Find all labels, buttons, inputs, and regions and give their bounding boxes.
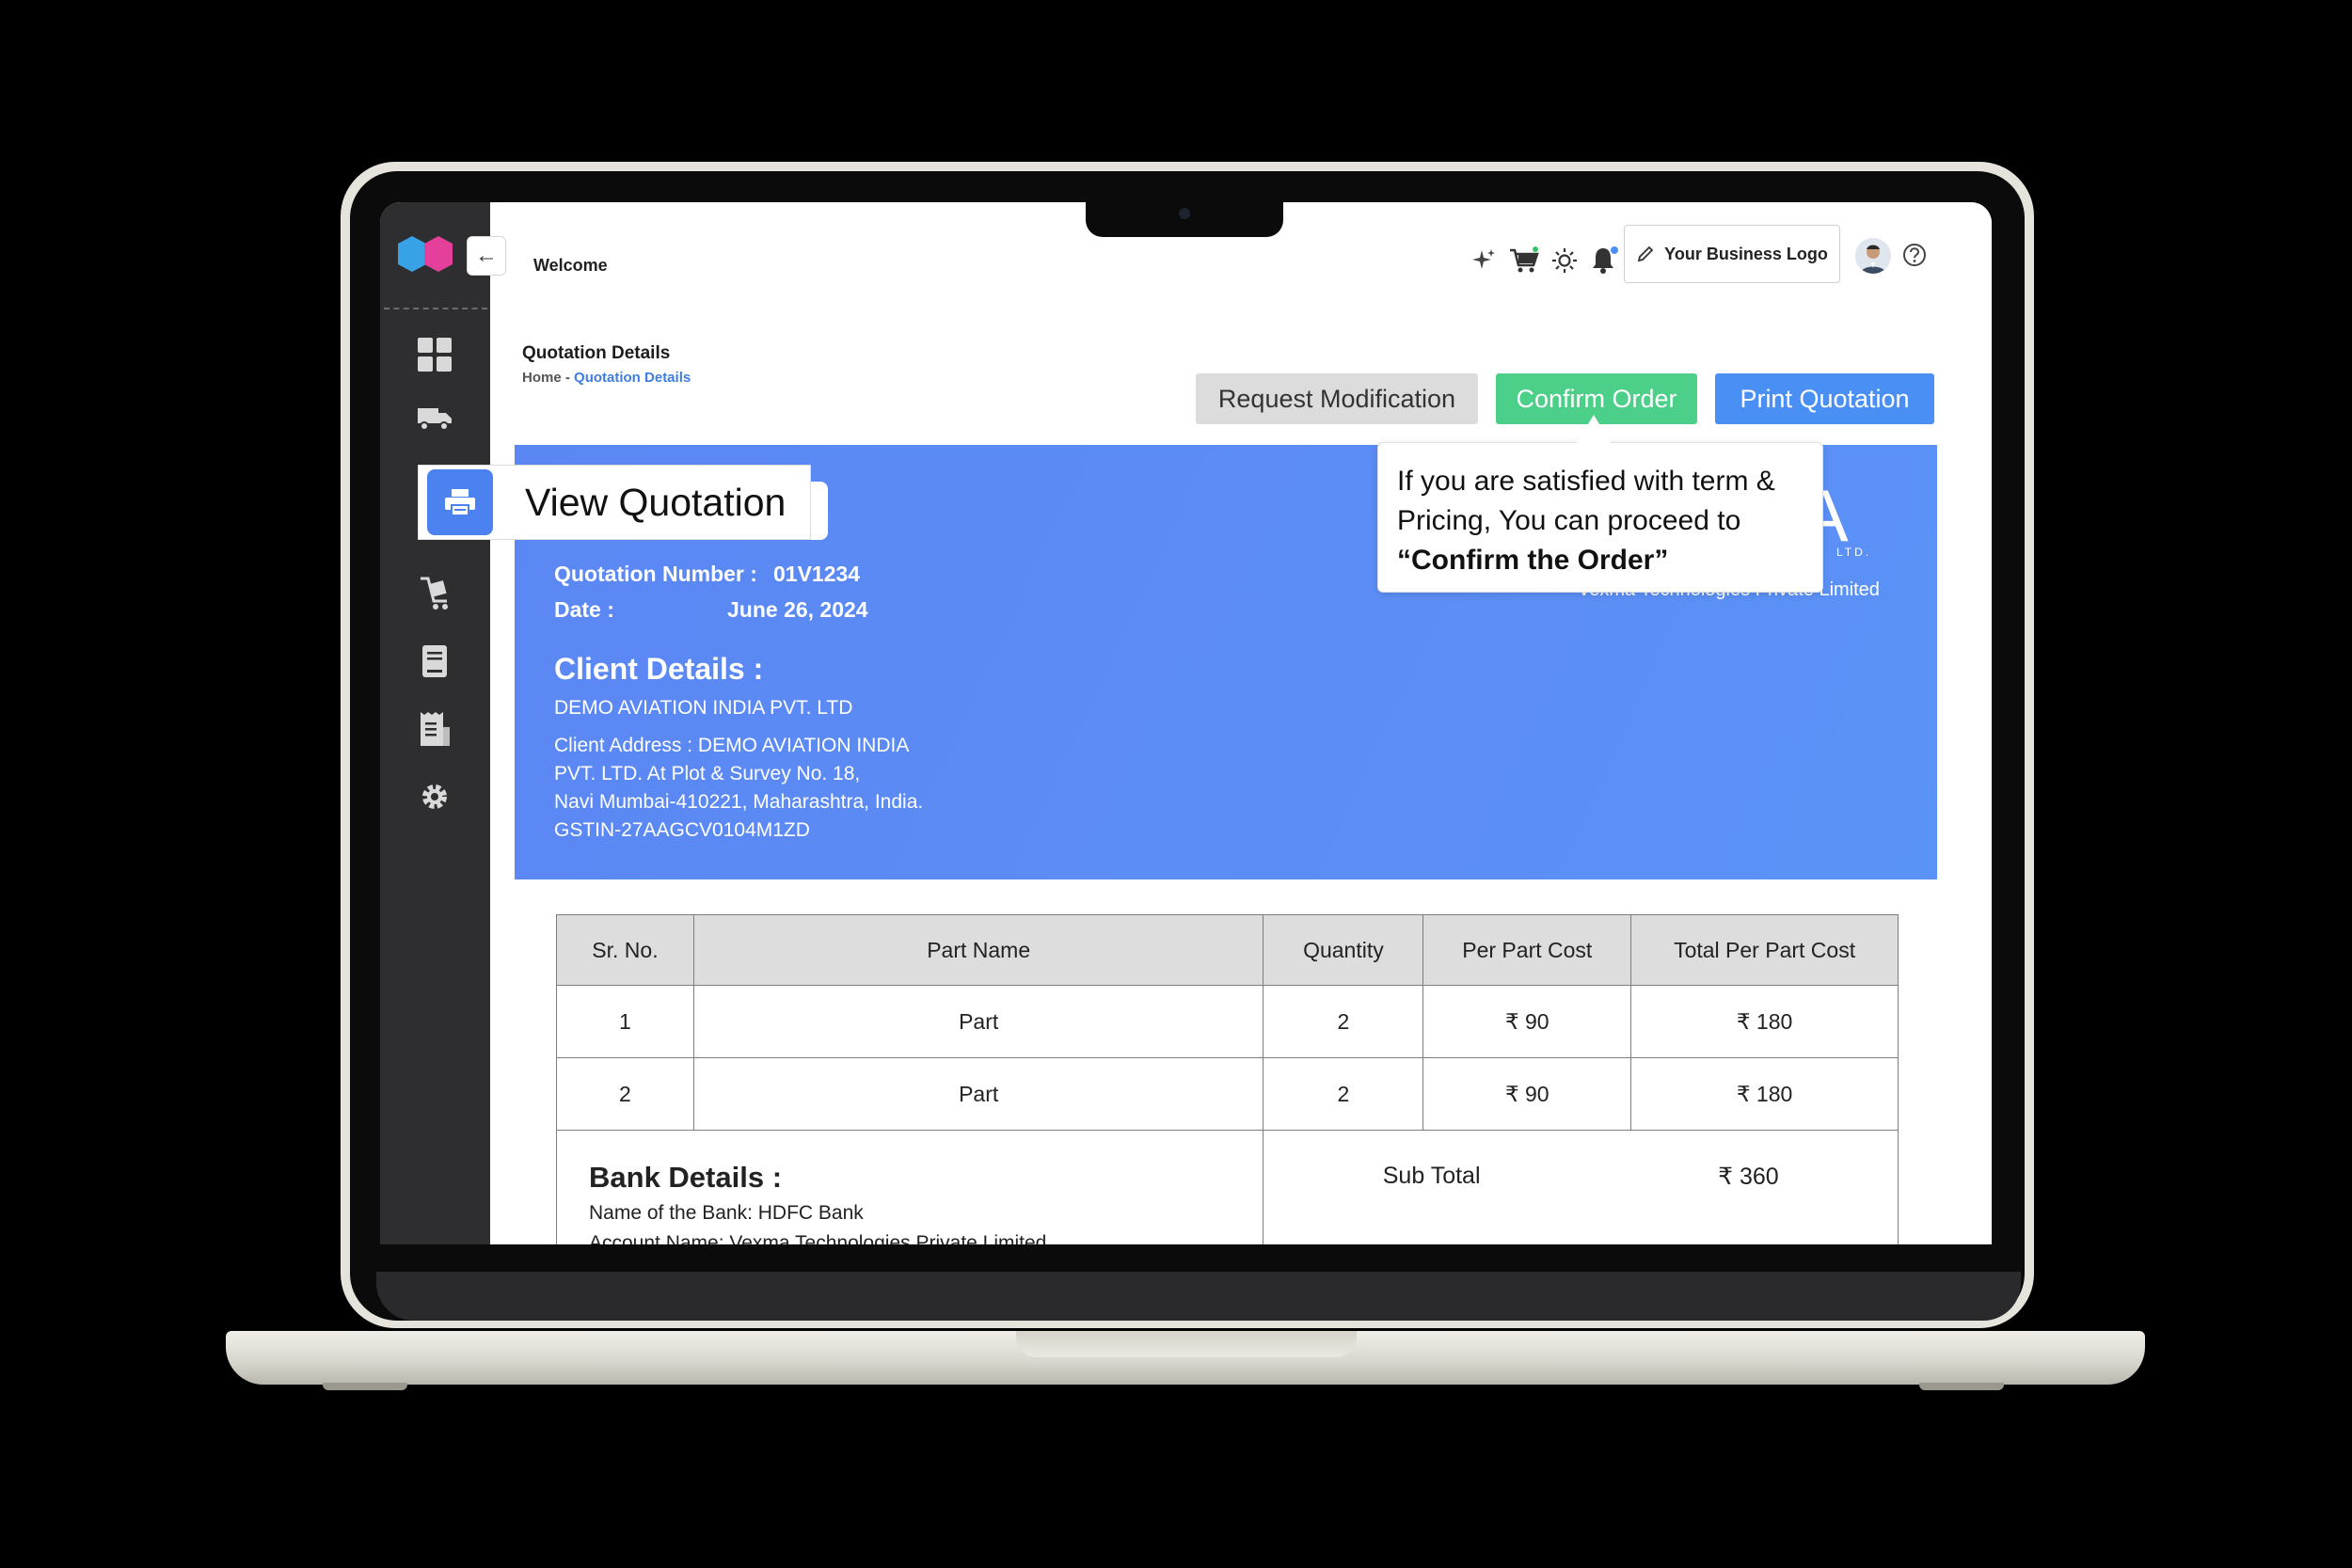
laptop-foot-right: [1919, 1383, 2004, 1390]
cart-hand-icon[interactable]: [414, 573, 455, 614]
gear-icon[interactable]: [414, 776, 455, 817]
totals-cell: Sub Total ₹ 360: [1263, 1130, 1899, 1244]
breadcrumb-current: Quotation Details: [574, 370, 691, 386]
sparkle-icon[interactable]: [1467, 244, 1501, 277]
printer-icon: [427, 469, 493, 535]
bank-account-name: Account Name: Vexma Technologies Private…: [589, 1232, 1047, 1244]
avatar[interactable]: [1855, 238, 1891, 274]
quotation-number-value: 01V1234: [773, 562, 861, 586]
camera-notch: [1086, 199, 1283, 237]
confirm-order-tooltip: If you are satisfied with term & Pricing…: [1377, 442, 1823, 593]
column-header: Total Per Part Cost: [1630, 914, 1899, 986]
cell-part-name: Part: [692, 1057, 1264, 1131]
bell-icon[interactable]: [1588, 244, 1622, 277]
help-icon[interactable]: [1901, 242, 1928, 268]
summary-row: Bank Details : Name of the Bank: HDFC Ba…: [555, 1130, 1899, 1244]
client-name: DEMO AVIATION INDIA PVT. LTD: [554, 697, 853, 719]
page-title: Quotation Details: [522, 343, 671, 363]
pencil-icon: [1637, 245, 1654, 262]
subtotal-label: Sub Total: [1382, 1163, 1481, 1189]
sidebar-item-view-quotation[interactable]: View Quotation: [418, 465, 811, 540]
app-logo: [398, 236, 453, 272]
book-icon[interactable]: [414, 641, 455, 682]
bank-name: Name of the Bank: HDFC Bank: [589, 1202, 864, 1224]
column-header: Sr. No.: [556, 914, 694, 986]
truck-icon[interactable]: [414, 398, 455, 439]
camera-icon: [1179, 208, 1190, 219]
sidebar: [380, 202, 490, 1244]
collapse-sidebar-button[interactable]: ←: [467, 236, 506, 276]
column-header: Part Name: [692, 914, 1264, 986]
invoice-icon[interactable]: [414, 708, 455, 750]
company-brand-ltd: LTD.: [1836, 546, 1872, 559]
breadcrumb-separator: -: [561, 370, 575, 386]
bank-details-title: Bank Details :: [589, 1161, 783, 1194]
welcome-text: Welcome: [533, 256, 608, 275]
client-address-line: Navi Mumbai-410221, Maharashtra, India.: [554, 791, 924, 813]
subtotal-row: Sub Total ₹ 360: [1263, 1163, 1898, 1191]
client-address-line: PVT. LTD. At Plot & Survey No. 18,: [554, 763, 861, 784]
subtotal-value: ₹ 360: [1718, 1164, 1779, 1190]
breadcrumb-home[interactable]: Home: [522, 370, 562, 386]
cell-total-cost: ₹ 180: [1630, 1057, 1899, 1131]
breadcrumb: Home - Quotation Details: [522, 370, 691, 386]
laptop-chin: [376, 1272, 2021, 1321]
cell-quantity: 2: [1263, 985, 1424, 1058]
cell-total-cost: ₹ 180: [1630, 985, 1899, 1058]
client-address: Client Address : DEMO AVIATION INDIA PVT…: [554, 732, 968, 845]
sun-icon[interactable]: [1548, 244, 1581, 277]
cell-sr-no: 2: [556, 1057, 694, 1131]
table-header-row: Sr. No. Part Name Quantity Per Part Cost…: [556, 914, 1899, 986]
laptop-opening-groove: [1016, 1331, 1357, 1357]
callout-tail: [809, 482, 828, 540]
table-row: 2 Part 2 ₹ 90 ₹ 180: [556, 1057, 1899, 1131]
tooltip-line: If you are satisfied with term &: [1397, 466, 1775, 497]
table-row: 1 Part 2 ₹ 90 ₹ 180: [556, 985, 1899, 1058]
cell-quantity: 2: [1263, 1057, 1424, 1131]
column-header: Per Part Cost: [1422, 914, 1632, 986]
print-quotation-button[interactable]: Print Quotation: [1715, 373, 1934, 424]
tooltip-line-emphasis: “Confirm the Order”: [1397, 541, 1804, 580]
cell-per-part-cost: ₹ 90: [1422, 1057, 1632, 1131]
cell-part-name: Part: [692, 985, 1264, 1058]
client-gstin: GSTIN-27AAGCV0104M1ZD: [554, 819, 810, 841]
quotation-number-label: Quotation Number :: [554, 562, 757, 586]
arrow-left-icon: ←: [475, 243, 498, 268]
bank-details-cell: Bank Details : Name of the Bank: HDFC Ba…: [555, 1130, 1264, 1244]
column-header: Quantity: [1263, 914, 1424, 986]
sidebar-divider: [384, 308, 487, 309]
client-details-title: Client Details :: [554, 652, 764, 686]
tooltip-emphasis: “Confirm the Order”: [1397, 545, 1669, 576]
quotation-table: Sr. No. Part Name Quantity Per Part Cost…: [555, 914, 1899, 1244]
date-value: June 26, 2024: [727, 597, 868, 622]
cell-sr-no: 1: [556, 985, 694, 1058]
business-logo-button[interactable]: Your Business Logo: [1624, 225, 1840, 283]
client-address-line: Client Address : DEMO AVIATION INDIA: [554, 735, 910, 756]
cart-icon[interactable]: [1507, 244, 1541, 277]
tooltip-line: Pricing, You can proceed to: [1397, 505, 1741, 536]
date-label: Date :: [554, 597, 614, 622]
dashboard-icon[interactable]: [414, 334, 455, 375]
business-logo-label: Your Business Logo: [1664, 244, 1828, 263]
cell-per-part-cost: ₹ 90: [1422, 985, 1632, 1058]
request-modification-button[interactable]: Request Modification: [1196, 373, 1478, 424]
view-quotation-label: View Quotation: [525, 480, 787, 524]
screen: ← Welcome Your Business Logo Quotation D…: [380, 202, 1992, 1244]
laptop-foot-left: [323, 1383, 407, 1390]
tooltip-caret: [1577, 415, 1611, 443]
